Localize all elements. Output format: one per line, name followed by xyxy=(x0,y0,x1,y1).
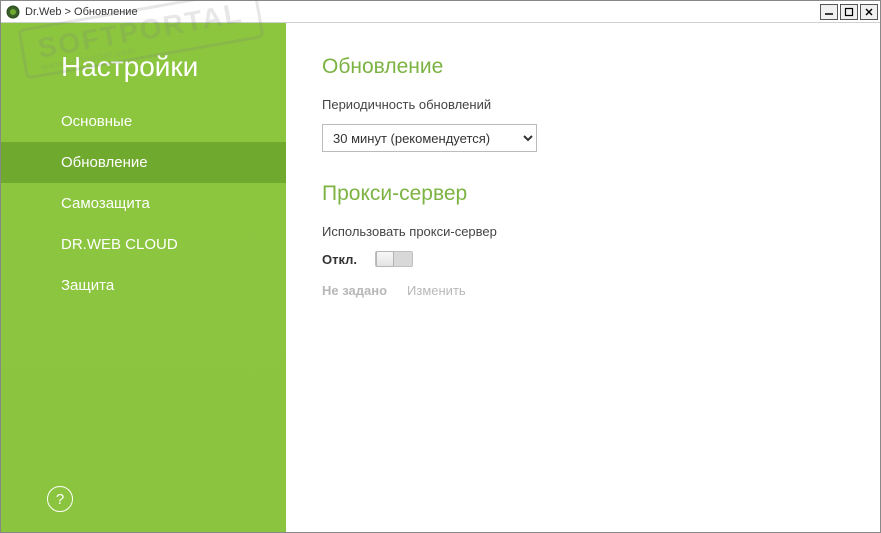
sidebar-item-selfprotect[interactable]: Самозащита xyxy=(1,183,286,224)
app-icon xyxy=(5,4,21,20)
toggle-knob xyxy=(376,251,394,267)
sidebar-title: Настройки xyxy=(1,51,286,101)
window-frame: Dr.Web > Обновление Настройки xyxy=(0,0,881,533)
sidebar-item-main[interactable]: Основные xyxy=(1,101,286,142)
sidebar-item-label: Основные xyxy=(61,113,132,130)
section-title-update: Обновление xyxy=(322,55,844,79)
window-title: Dr.Web > Обновление xyxy=(25,6,820,18)
proxy-use-label: Использовать прокси-сервер xyxy=(322,224,844,239)
maximize-button[interactable] xyxy=(840,4,858,20)
proxy-change-link[interactable]: Изменить xyxy=(407,283,466,298)
proxy-status-row: Не задано Изменить xyxy=(322,283,844,298)
sidebar-item-label: DR.WEB CLOUD xyxy=(61,236,178,253)
frequency-select[interactable]: 30 минут (рекомендуется) xyxy=(322,124,537,152)
content-area: Настройки Основные Обновление Самозащита… xyxy=(1,23,880,532)
title-sep: > xyxy=(65,6,71,18)
sidebar-spacer xyxy=(1,306,286,486)
toggle-state-label: Откл. xyxy=(322,252,357,267)
help-button[interactable]: ? xyxy=(47,486,73,512)
proxy-status-text: Не задано xyxy=(322,283,387,298)
title-app: Dr.Web xyxy=(25,6,61,18)
titlebar: Dr.Web > Обновление xyxy=(1,1,880,23)
sidebar-item-cloud[interactable]: DR.WEB CLOUD xyxy=(1,224,286,265)
main-panel: Обновление Периодичность обновлений 30 м… xyxy=(286,23,880,532)
sidebar-item-label: Защита xyxy=(61,277,114,294)
sidebar-item-label: Обновление xyxy=(61,154,148,171)
minimize-button[interactable] xyxy=(820,4,838,20)
help-icon: ? xyxy=(56,491,64,508)
sidebar: Настройки Основные Обновление Самозащита… xyxy=(1,23,286,532)
frequency-label: Периодичность обновлений xyxy=(322,97,844,112)
proxy-toggle[interactable] xyxy=(375,251,413,267)
frequency-select-wrap: 30 минут (рекомендуется) xyxy=(322,124,844,152)
sidebar-item-label: Самозащита xyxy=(61,195,150,212)
sidebar-item-update[interactable]: Обновление xyxy=(1,142,286,183)
sidebar-item-protection[interactable]: Защита xyxy=(1,265,286,306)
title-page: Обновление xyxy=(74,6,138,18)
close-button[interactable] xyxy=(860,4,878,20)
proxy-toggle-row: Откл. xyxy=(322,251,844,267)
window-controls xyxy=(820,4,878,20)
section-title-proxy: Прокси-сервер xyxy=(322,182,844,206)
